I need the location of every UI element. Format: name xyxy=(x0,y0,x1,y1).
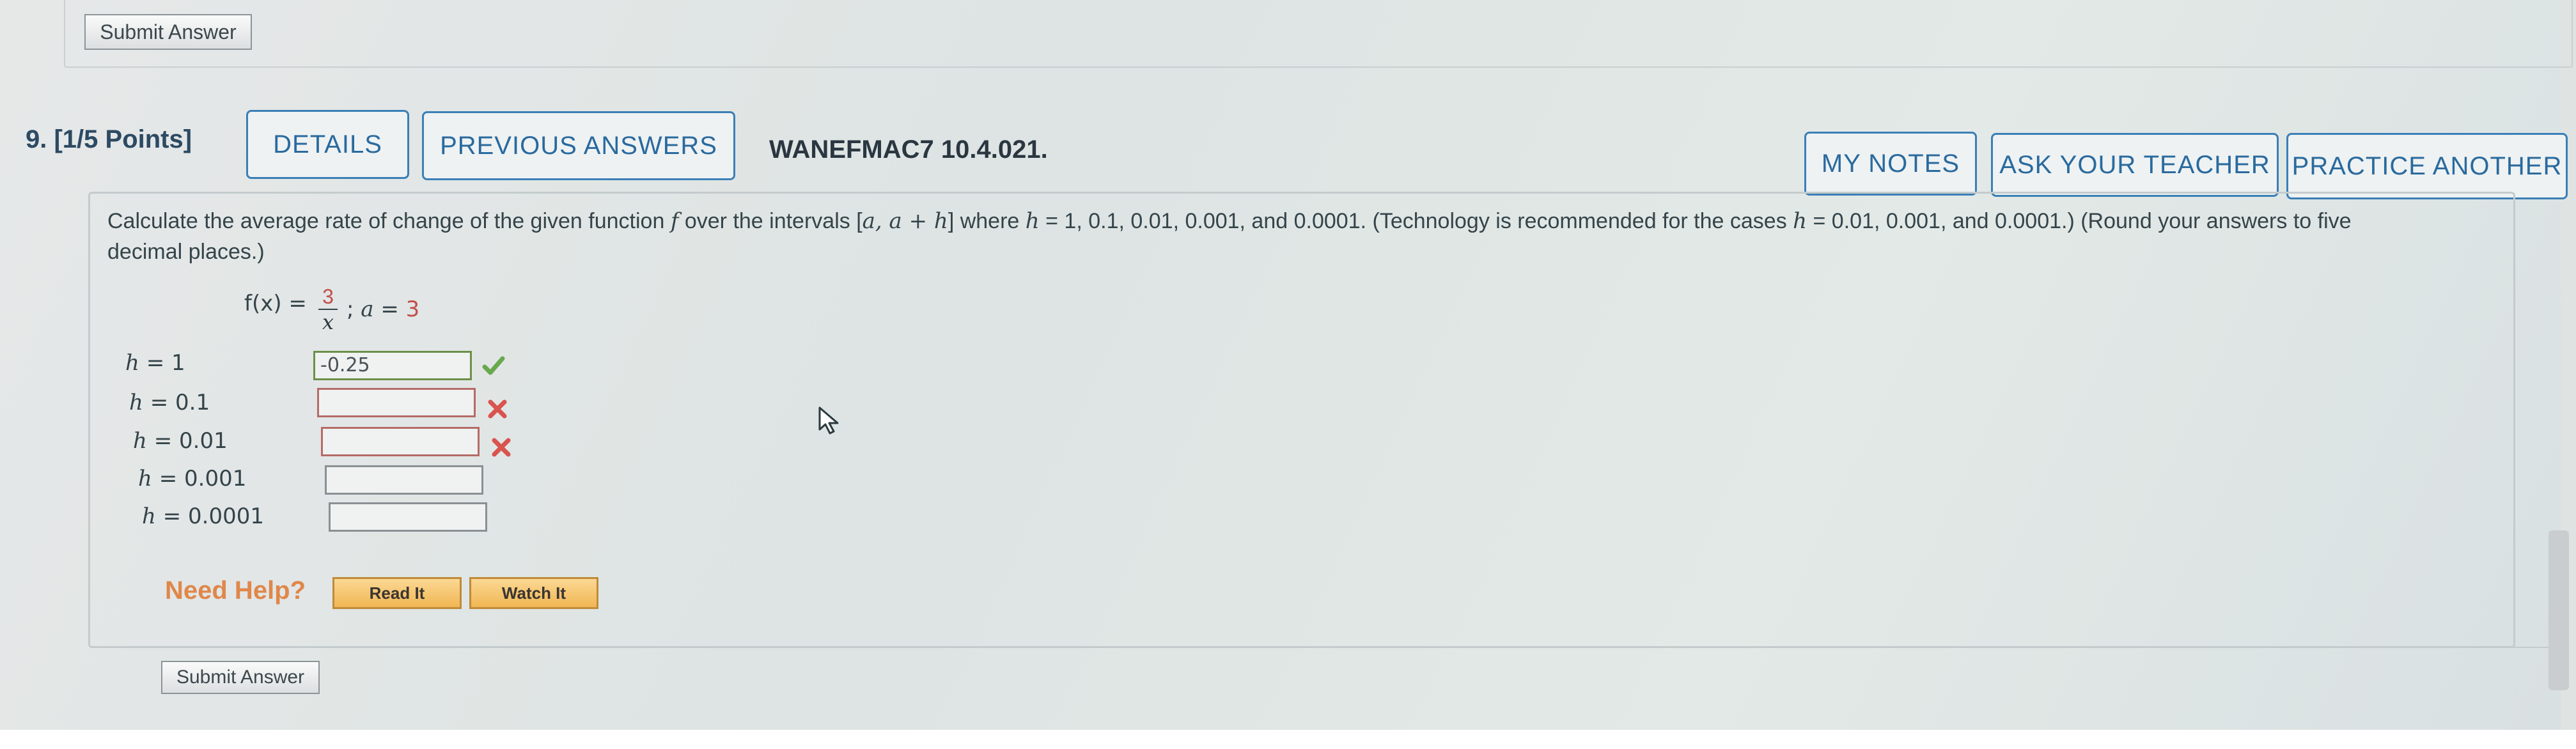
watch-it-button[interactable]: Watch It xyxy=(469,577,598,609)
answer-field-5[interactable] xyxy=(329,502,487,532)
ask-your-teacher-button[interactable]: ASK YOUR TEACHER xyxy=(1991,133,2279,197)
details-button[interactable]: DETAILS xyxy=(246,110,409,179)
prompt-interval: a, a + h xyxy=(862,208,948,234)
question-code: WANEFMAC7 10.4.021. xyxy=(769,135,1048,164)
row-4-eq: = 0.001 xyxy=(152,466,247,491)
question-number: 9. xyxy=(26,125,47,153)
read-it-button[interactable]: Read It xyxy=(332,577,462,609)
function-condition: ; a = 3 xyxy=(347,297,419,322)
row-3-h: h xyxy=(133,428,147,454)
prompt-text-4: = 1, 0.1, 0.01, 0.001, and 0.0001. (Tech… xyxy=(1039,209,1793,233)
prompt-text-3: ] where xyxy=(948,209,1026,233)
check-icon xyxy=(482,356,505,375)
cond-eq: = xyxy=(373,297,406,322)
browser-viewport: Submit Answer 9. [1/5 Points] DETAILS PR… xyxy=(0,0,2573,730)
previous-submit-answer-button[interactable]: Submit Answer xyxy=(84,14,252,50)
my-notes-button[interactable]: MY NOTES xyxy=(1804,132,1977,196)
need-help-label: Need Help? xyxy=(165,576,306,605)
row-label-5: h = 0.0001 xyxy=(142,504,264,529)
row-2-h: h xyxy=(129,390,143,415)
practice-another-button[interactable]: PRACTICE ANOTHER xyxy=(2286,133,2568,199)
cond-a: a xyxy=(361,297,374,322)
prompt-text-6: decimal places.) xyxy=(107,240,265,264)
answer-field-2[interactable] xyxy=(317,388,476,417)
row-3-eq: = 0.01 xyxy=(146,428,228,454)
answer-field-4[interactable] xyxy=(325,465,483,495)
prompt-h2: h xyxy=(1793,208,1807,234)
row-1-eq: = 1 xyxy=(139,350,185,376)
previous-answers-button[interactable]: PREVIOUS ANSWERS xyxy=(422,111,735,180)
scrollbar-thumb[interactable] xyxy=(2549,530,2569,690)
close-icon xyxy=(492,438,511,457)
bottom-strip xyxy=(0,730,2576,749)
submit-answer-button[interactable]: Submit Answer xyxy=(161,661,320,694)
row-1-h: h xyxy=(125,350,139,376)
row-4-h: h xyxy=(138,466,152,491)
row-label-2: h = 0.1 xyxy=(129,390,210,415)
function-fraction: 3 x xyxy=(318,286,338,333)
row-2-eq: = 0.1 xyxy=(143,390,210,415)
row-5-eq: = 0.0001 xyxy=(155,504,264,529)
question-prompt: Calculate the average rate of change of … xyxy=(107,206,2537,267)
previous-question-footer xyxy=(64,0,2573,68)
function-lhs: f(x) = xyxy=(244,291,307,316)
row-5-h: h xyxy=(142,504,156,529)
answer-field-1[interactable]: -0.25 xyxy=(313,351,472,380)
row-label-1: h = 1 xyxy=(125,350,185,376)
submit-divider xyxy=(339,647,2551,648)
fraction-denominator: x xyxy=(322,310,334,334)
cond-value: 3 xyxy=(405,297,420,322)
fraction-numerator: 3 xyxy=(322,285,334,308)
cond-separator: ; xyxy=(347,297,361,322)
row-label-3: h = 0.01 xyxy=(133,428,228,454)
answer-field-3[interactable] xyxy=(321,427,480,456)
mouse-cursor-icon xyxy=(818,406,839,435)
prompt-text-5: = 0.01, 0.001, and 0.0001.) (Round your … xyxy=(1807,209,2352,233)
prompt-text-2: over the intervals [ xyxy=(678,209,863,233)
row-label-4: h = 0.001 xyxy=(138,466,246,491)
close-icon xyxy=(488,399,507,419)
prompt-h1: h xyxy=(1025,208,1040,234)
question-header: 9. [1/5 Points] xyxy=(26,125,192,154)
prompt-text-1: Calculate the average rate of change of … xyxy=(107,209,671,233)
prompt-f: f xyxy=(670,208,679,234)
question-points: [1/5 Points] xyxy=(54,125,192,153)
